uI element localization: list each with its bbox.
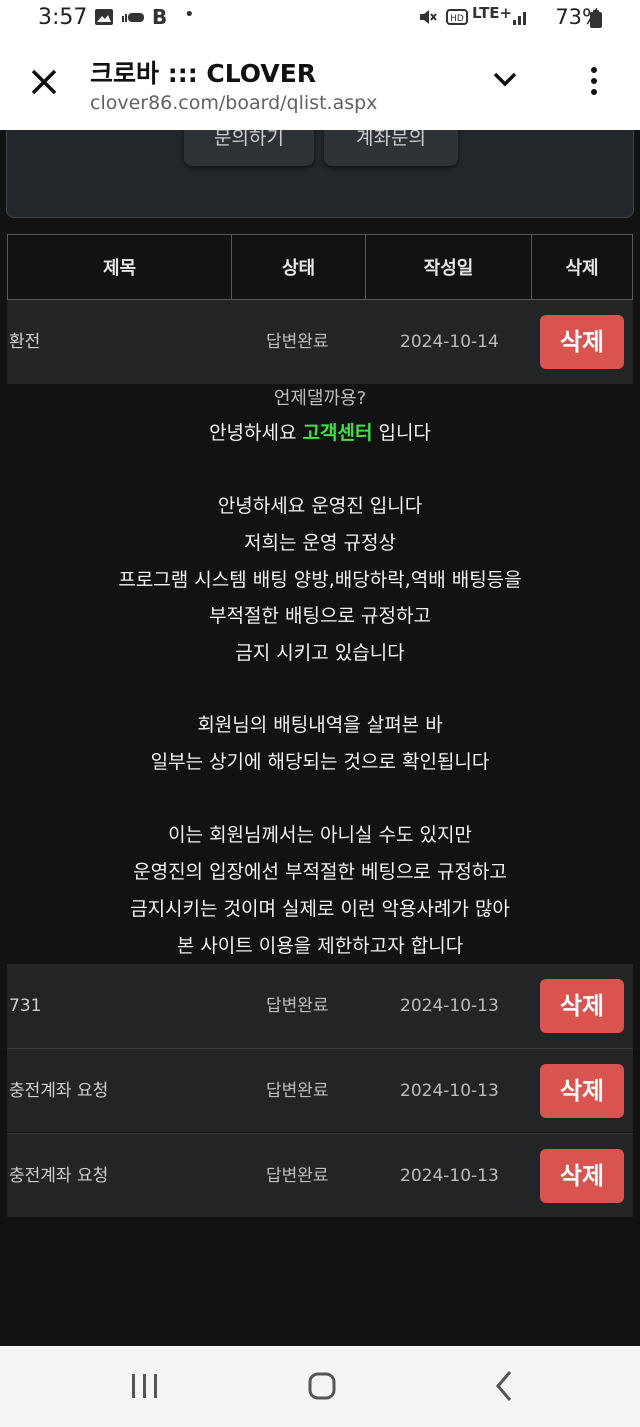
answer-line: 부적절한 배팅으로 규정하고 (209, 605, 431, 627)
back-icon[interactable] (490, 1364, 520, 1408)
row-date: 2024-10-13 (400, 1081, 499, 1101)
question-text: 언제댈까용? (273, 388, 367, 409)
table-header: 제목 상태 작성일 삭제 (7, 234, 633, 300)
answer-line: 금지 시키고 있습니다 (235, 642, 405, 664)
answer-line: 일부는 상기에 해당되는 것으로 확인됩니다 (150, 751, 490, 773)
row-date: 2024-10-13 (400, 996, 499, 1016)
greeting-prefix: 안녕하세요 (209, 422, 303, 444)
delete-button[interactable]: 삭제 (540, 1064, 624, 1118)
answer-line: 운영진의 입장에선 부적절한 베팅으로 규정하고 (133, 861, 507, 883)
status-bar: 3:57 B • HD LTE+ 73% (0, 0, 640, 38)
answer-content: 언제댈까용? 안녕하세요 고객센터 입니다 안녕하세요 운영진 입니다 저희는 … (7, 384, 633, 964)
row-title[interactable]: 731 (9, 964, 41, 1048)
app-b-icon: B (152, 5, 168, 29)
delete-button[interactable]: 삭제 (540, 1149, 624, 1203)
answer-line: 금지시키는 것이며 실제로 이런 악용사례가 많아 (130, 898, 510, 920)
battery-icon (590, 10, 602, 33)
close-icon[interactable] (30, 62, 60, 102)
network-type: LTE+ (472, 4, 513, 22)
table-row[interactable]: 충전계좌 요청 답변완료 2024-10-13 삭제 (7, 1133, 633, 1217)
greeting-line: 안녕하세요 고객센터 입니다 (7, 418, 633, 445)
delete-button[interactable]: 삭제 (540, 979, 624, 1033)
hd-voice-icon: HD (446, 8, 468, 31)
header-title: 제목 (8, 235, 232, 299)
browser-toolbar: 크로바 ::: CLOVER clover86.com/board/qlist.… (0, 38, 640, 130)
row-title[interactable]: 충전계좌 요청 (9, 1049, 108, 1133)
header-delete: 삭제 (565, 258, 599, 279)
row-status: 답변완료 (266, 332, 329, 352)
customer-center-highlight: 고객센터 (302, 422, 373, 444)
answer-line: 안녕하세요 운영진 입니다 (217, 495, 423, 517)
row-title[interactable]: 충전계좌 요청 (9, 1134, 108, 1218)
row-status: 답변완료 (266, 1166, 329, 1186)
row-status: 답변완료 (266, 1081, 329, 1101)
answer-line: 저희는 운영 규정상 (244, 532, 396, 554)
signal-icon (512, 8, 530, 31)
more-notifications-icon: • (184, 4, 195, 25)
row-date: 2024-10-13 (400, 1166, 499, 1186)
answer-line: 이는 회원님께서는 아니실 수도 있지만 (168, 824, 472, 846)
page-title: 크로바 ::: CLOVER (90, 59, 317, 88)
url-text[interactable]: clover86.com/board/qlist.aspx (90, 92, 377, 114)
header-status: 상태 (232, 235, 366, 299)
answer-line: 프로그램 시스템 배팅 양방,배당하락,역배 배팅등을 (118, 569, 522, 591)
recent-apps-icon[interactable] (128, 1364, 162, 1408)
clock: 3:57 (38, 5, 88, 30)
svg-text:HD: HD (450, 14, 464, 24)
answer-line: 본 사이트 이용을 제한하고자 합니다 (176, 935, 464, 957)
table-row[interactable]: 환전 답변완료 2024-10-14 삭제 (7, 300, 633, 384)
row-date: 2024-10-14 (400, 332, 499, 352)
navigation-bar (0, 1346, 640, 1427)
gallery-icon (94, 8, 114, 31)
mute-icon (418, 8, 438, 31)
home-icon[interactable] (306, 1364, 340, 1408)
answer-line: 회원님의 배팅내역을 살펴본 바 (197, 714, 443, 736)
greeting-suffix: 입니다 (372, 422, 431, 444)
chevron-down-icon[interactable] (490, 64, 520, 94)
cloud-icon (120, 8, 146, 29)
row-status: 답변완료 (266, 996, 329, 1016)
row-title[interactable]: 환전 (9, 300, 40, 384)
more-options-icon[interactable] (582, 64, 606, 104)
delete-button[interactable]: 삭제 (540, 315, 624, 369)
header-date: 작성일 (366, 235, 532, 299)
table-row[interactable]: 충전계좌 요청 답변완료 2024-10-13 삭제 (7, 1048, 633, 1132)
table-row[interactable]: 731 답변완료 2024-10-13 삭제 (7, 964, 633, 1048)
